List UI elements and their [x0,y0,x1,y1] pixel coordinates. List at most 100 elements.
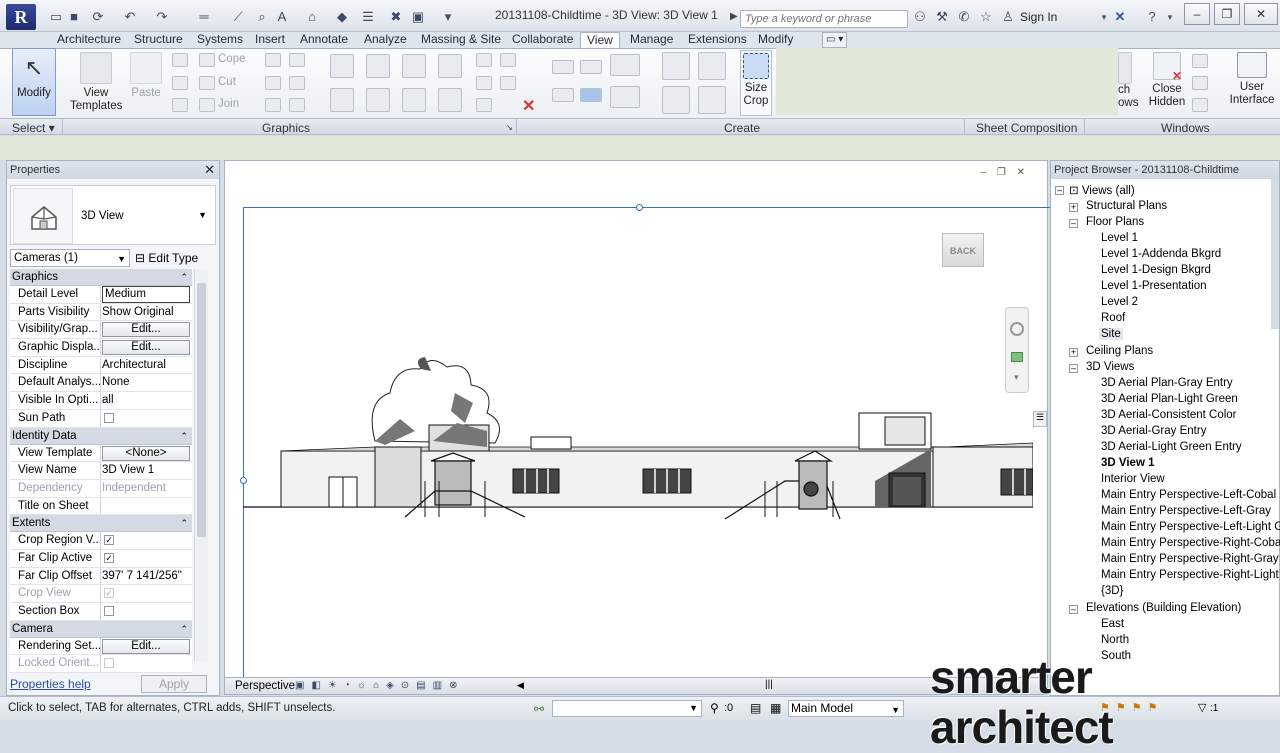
apply-button[interactable]: Apply [141,675,207,693]
close-hidden-button[interactable]: ✕ Close Hidden [1146,52,1188,109]
sign-in-link[interactable]: Sign In [1020,10,1057,24]
type-dropdown-icon[interactable]: ▼ [198,210,207,220]
worksets-icon[interactable]: ⚯ [534,702,544,716]
dimension-icon[interactable]: ⟋ [230,9,246,25]
tree-views-all[interactable]: ⊡ Views (all) [1069,183,1135,197]
legends-icon[interactable] [698,86,726,114]
section-graphics[interactable]: Graphics ⌃ [10,269,192,286]
tree-item-site[interactable]: Site [1099,328,1123,340]
customize-qat-icon[interactable]: ▾ [440,9,456,25]
crop-region-visible-checkbox[interactable]: ✓ [104,535,114,546]
tree-item-3d-view[interactable]: 3D Aerial Plan-Gray Entry [1101,377,1233,389]
split-gap-icon[interactable] [500,53,516,67]
tree-item-level-1-addenda[interactable]: Level 1-Addenda Bkgrd [1101,248,1221,260]
replicate-icon[interactable] [1192,54,1208,68]
tree-item-level-1-design[interactable]: Level 1-Design Bkgrd [1101,264,1211,276]
split-face-icon[interactable] [289,76,305,90]
edit-type-button[interactable]: ⊟ Edit Type [135,249,198,267]
search-expand-icon[interactable]: ▶ [730,11,738,22]
tree-item-3d-view[interactable]: 3D Aerial Plan-Light Green [1101,393,1238,405]
collapse-elevations-icon[interactable]: – [1069,605,1078,614]
scale-icon[interactable] [500,76,516,90]
pin-icon[interactable] [476,98,492,112]
viewcube[interactable]: BACK [942,233,984,267]
view-template-button[interactable]: <None> [102,445,190,461]
sun-path-checkbox[interactable] [104,412,114,423]
prop-view-name[interactable]: View Name 3D View 1 [10,462,192,480]
tree-structural-plans[interactable]: Structural Plans [1086,200,1167,212]
tree-item-3d-view-active[interactable]: 3D View 1 [1101,457,1155,469]
visibility-icon[interactable] [552,60,574,74]
paint-icon[interactable] [265,76,281,90]
thin-lines-ribbon-icon[interactable] [580,60,602,74]
tab-massing-site[interactable]: Massing & Site [421,32,501,48]
undo-icon[interactable]: ↶ [122,9,138,25]
mirror-pick-icon[interactable] [402,54,426,78]
save-icon[interactable]: ■ [66,9,82,25]
tree-item-3d-view[interactable]: Main Entry Perspective-Right-Gray [1101,553,1279,565]
show-hidden-lines-icon[interactable] [580,88,602,102]
tree-item-level-2[interactable]: Level 2 [1101,296,1138,308]
tree-elevations[interactable]: Elevations (Building Elevation) [1086,602,1241,614]
size-crop-button[interactable]: Size Crop [740,50,772,116]
sync-icon[interactable]: ⟳ [90,9,106,25]
prop-detail-level[interactable]: Detail Level Medium [10,286,192,304]
paste-button[interactable]: Paste [126,52,166,100]
steering-wheel-icon[interactable] [1010,322,1024,336]
tab-analyze[interactable]: Analyze [364,32,407,48]
section-tool-icon[interactable] [610,86,640,108]
user-icon[interactable]: ♙ [1000,9,1016,25]
properties-help-link[interactable]: Properties help [10,677,91,691]
tab-manage[interactable]: Manage [630,32,673,48]
communication-icon[interactable]: ✆ [956,9,972,25]
design-options-icon[interactable]: ▤ [750,701,761,715]
instance-filter-select[interactable]: Cameras (1) ▼ [10,249,130,267]
demolish-icon[interactable] [289,53,305,67]
close-hidden-icon[interactable]: ✖ [388,9,404,25]
line-pattern-icon[interactable] [552,88,574,102]
match-properties-icon[interactable] [172,98,188,112]
cut-geometry-icon[interactable] [199,76,215,90]
align-icon[interactable] [330,54,354,78]
select-panel-label[interactable]: Select ▾ [12,121,55,135]
tree-3d-views[interactable]: 3D Views [1086,361,1134,373]
tree-item-3d-view[interactable]: Main Entry Perspective-Right-Cobal [1101,537,1280,549]
switch-windows-icon[interactable]: ▣ [410,9,426,25]
open-icon[interactable]: ▭ [48,9,64,25]
design-option-select[interactable]: Main Model ▼ [788,700,904,717]
text-icon[interactable]: A [274,9,290,25]
detail-level-field[interactable]: Medium [102,286,190,303]
split-icon[interactable] [476,53,492,67]
tree-item-3d-view[interactable]: 3D Aerial-Consistent Color [1101,409,1237,421]
search-input[interactable]: Type a keyword or phrase [740,10,908,28]
pick-icon[interactable] [289,98,305,112]
3d-view-icon[interactable]: ⌂ [304,9,320,25]
expand-structural-plans-icon[interactable]: + [1069,203,1078,212]
view-templates-button[interactable]: View Templates [66,52,126,113]
tag-dimension-icon[interactable] [610,54,640,76]
tab-architecture[interactable]: Architecture [57,32,121,48]
application-menu-button[interactable]: R [6,4,36,30]
copy-icon[interactable] [172,76,188,90]
cascade-icon[interactable] [1192,76,1208,90]
favorites-icon[interactable]: ☆ [978,9,994,25]
tree-item-3d-view[interactable]: 3D Aerial-Light Green Entry [1101,441,1242,453]
thin-lines-icon[interactable]: ☰ [360,9,376,25]
3d-view-canvas[interactable]: – ❐ ✕ BACK ▾ ☰ [224,160,1063,678]
tree-item-level-1[interactable]: Level 1 [1101,232,1138,244]
properties-scrollbar[interactable] [194,269,208,661]
rendering-settings-edit-button[interactable]: Edit... [102,638,190,654]
array-icon[interactable] [476,76,492,90]
help-dropdown-icon[interactable]: ▾ [1162,9,1178,25]
type-selector[interactable]: 3D View ▼ [10,185,216,245]
tree-item-3d-view[interactable]: Main Entry Perspective-Left-Light G [1101,521,1280,533]
tree-item-3d-view[interactable]: 3D Aerial-Gray Entry [1101,425,1206,437]
help-icon[interactable]: ? [1144,9,1160,25]
tree-ceiling-plans[interactable]: Ceiling Plans [1086,345,1153,357]
linework-icon[interactable] [265,98,281,112]
prop-parts-visibility[interactable]: Parts Visibility Show Original [10,303,192,322]
prop-discipline[interactable]: Discipline Architectural [10,356,192,375]
section-identity-data[interactable]: Identity Data ⌃ [10,427,192,445]
tab-view[interactable]: View [580,32,620,48]
copy-element-icon[interactable] [366,88,390,112]
